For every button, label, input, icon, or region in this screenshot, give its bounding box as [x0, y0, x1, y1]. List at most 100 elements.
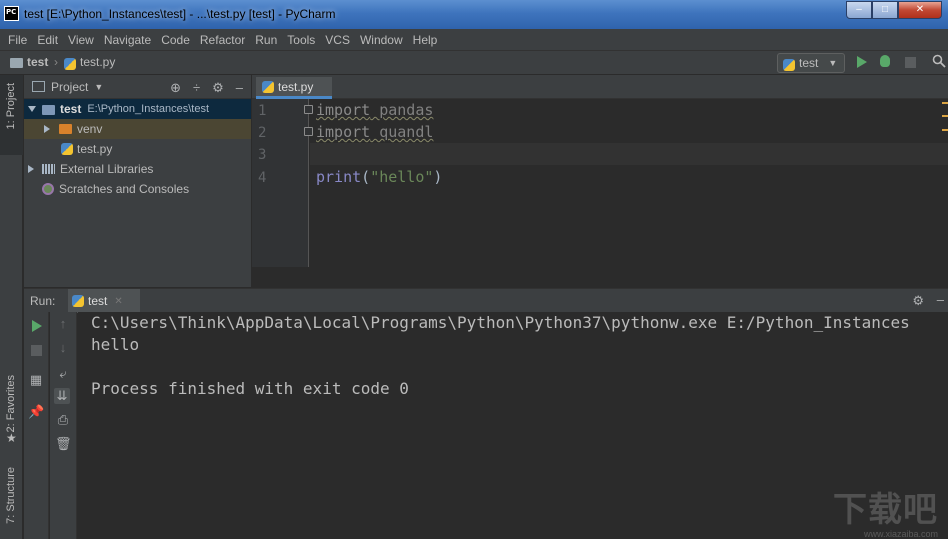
keyword-import: import [316, 123, 371, 141]
hide-panel-icon[interactable]: – [937, 292, 944, 307]
menu-help[interactable]: Help [408, 33, 443, 47]
soft-wrap-icon: ⤶ [59, 366, 67, 381]
menu-refactor[interactable]: Refactor [195, 33, 250, 47]
pycharm-app-icon [4, 6, 19, 21]
run-configuration-select[interactable]: test ▼ [777, 53, 845, 73]
gear-icon[interactable]: ⚙ [212, 80, 224, 96]
menu-navigate[interactable]: Navigate [99, 33, 156, 47]
venv-label: venv [77, 122, 103, 136]
scroll-down-button[interactable]: ↓ [55, 340, 71, 356]
warning-mark[interactable] [942, 102, 948, 104]
play-icon [32, 320, 42, 332]
star-icon: ★ [6, 431, 17, 445]
expand-arrow-icon[interactable] [44, 125, 50, 133]
menu-tools[interactable]: Tools [282, 33, 320, 47]
menu-file[interactable]: File [3, 33, 32, 47]
close-button[interactable]: ✕ [898, 1, 942, 19]
expand-arrow-icon[interactable] [28, 106, 36, 112]
menu-window[interactable]: Window [355, 33, 408, 47]
debug-button[interactable] [880, 55, 894, 69]
project-tool-tab[interactable]: 1: Project [0, 75, 23, 155]
run-console-output[interactable]: C:\Users\Think\AppData\Local\Programs\Py… [78, 312, 948, 539]
keyword-import: import [316, 101, 371, 119]
fold-marker-icon[interactable] [304, 105, 313, 114]
open-paren: ( [361, 168, 371, 186]
file-label: test.py [77, 142, 113, 156]
code-editor[interactable]: 1 2 3 4 import pandas import quandl prin… [252, 99, 948, 287]
run-button[interactable] [857, 56, 871, 70]
tree-item-venv[interactable]: venv [24, 119, 251, 139]
python-file-icon [262, 80, 274, 93]
editor-tab-test-py[interactable]: test.py [256, 77, 332, 99]
module-name: pandas [370, 101, 434, 119]
breadcrumb-separator-icon: › [54, 55, 58, 69]
project-panel: Project ▼ ⊕ ÷ ⚙ – test E:\Python_Instanc… [24, 75, 251, 287]
breadcrumb-project[interactable]: test [10, 55, 48, 69]
fold-marker-icon[interactable] [304, 127, 313, 136]
tree-item-file[interactable]: test.py [24, 139, 251, 159]
print-button[interactable]: ⎙ [55, 412, 71, 428]
collapse-all-icon[interactable]: ÷ [193, 80, 200, 96]
menu-run[interactable]: Run [250, 33, 282, 47]
stop-button[interactable] [905, 57, 919, 71]
scroll-to-end-button[interactable]: ⇊ [54, 388, 70, 404]
window-title-bar[interactable]: test [E:\Python_Instances\test] - ...\te… [0, 0, 948, 29]
favorites-tool-tab[interactable]: 2: Favorites ★ [0, 371, 23, 453]
clear-all-button[interactable]: 🗑 [55, 436, 72, 452]
console-line: C:\Users\Think\AppData\Local\Programs\Py… [91, 313, 910, 332]
external-libraries-label: External Libraries [60, 162, 154, 176]
locate-icon[interactable]: ⊕ [170, 80, 181, 96]
run-tab-test[interactable]: test ✕ [68, 289, 140, 313]
pin-tab-button[interactable]: 📌 [28, 404, 44, 420]
trash-icon: 🗑 [55, 436, 72, 451]
run-toolbar-primary: ▦ 📌 [24, 312, 49, 539]
python-file-icon [64, 58, 76, 70]
expand-arrow-icon[interactable] [28, 165, 34, 173]
scroll-up-button[interactable]: ↑ [55, 316, 71, 332]
line-number: 2 [258, 125, 267, 141]
scroll-to-end-icon: ⇊ [56, 388, 68, 403]
run-configuration-label: test [799, 56, 819, 70]
menu-code[interactable]: Code [156, 33, 195, 47]
restore-layout-button[interactable]: ▦ [28, 372, 44, 388]
chevron-down-icon: ▼ [828, 58, 838, 68]
code-line-1: import pandas [316, 101, 433, 119]
project-root-path: E:\Python_Instances\test [87, 103, 210, 115]
rerun-button[interactable] [29, 318, 45, 334]
close-tab-icon[interactable]: ✕ [114, 296, 122, 307]
editor-tab-label: test.py [278, 79, 314, 94]
warning-mark[interactable] [942, 129, 948, 131]
project-root-name: test [60, 102, 82, 116]
watermark-url: www.xiazaiba.com [863, 529, 938, 539]
menu-edit[interactable]: Edit [32, 33, 63, 47]
error-stripe[interactable] [942, 99, 948, 287]
search-icon [932, 54, 946, 68]
menu-view[interactable]: View [63, 33, 99, 47]
chevron-down-icon[interactable]: ▼ [94, 82, 103, 92]
project-panel-header: Project ▼ ⊕ ÷ ⚙ – [24, 75, 251, 99]
console-line: hello [91, 335, 140, 354]
watermark-logo: 下载吧 [833, 490, 938, 530]
run-panel-label: Run: [30, 293, 56, 308]
menu-bar: File Edit View Navigate Code Refactor Ru… [0, 29, 948, 50]
arrow-up-icon: ↑ [59, 316, 67, 331]
pin-icon: 📌 [28, 404, 45, 419]
warning-mark[interactable] [942, 115, 948, 117]
structure-tool-tab[interactable]: 7: Structure [0, 465, 23, 539]
search-everywhere-button[interactable] [932, 54, 946, 68]
project-panel-actions: ⊕ ÷ ⚙ – [170, 80, 243, 96]
menu-vcs[interactable]: VCS [320, 33, 355, 47]
project-panel-title[interactable]: Project [51, 80, 88, 94]
minimize-button[interactable]: – [846, 1, 872, 19]
tree-item-project-root[interactable]: test E:\Python_Instances\test [24, 99, 251, 119]
soft-wrap-button[interactable]: ⤶ [55, 366, 71, 382]
tree-item-external-libraries[interactable]: External Libraries [24, 159, 251, 179]
maximize-button[interactable]: □ [872, 1, 898, 19]
hide-panel-icon[interactable]: – [236, 80, 243, 96]
excluded-folder-icon [59, 124, 72, 134]
gear-icon[interactable]: ⚙ [912, 293, 924, 309]
stop-button[interactable] [29, 342, 45, 358]
breadcrumb-file[interactable]: test.py [64, 55, 115, 70]
printer-icon: ⎙ [57, 412, 69, 427]
tree-item-scratches[interactable]: Scratches and Consoles [24, 179, 251, 199]
